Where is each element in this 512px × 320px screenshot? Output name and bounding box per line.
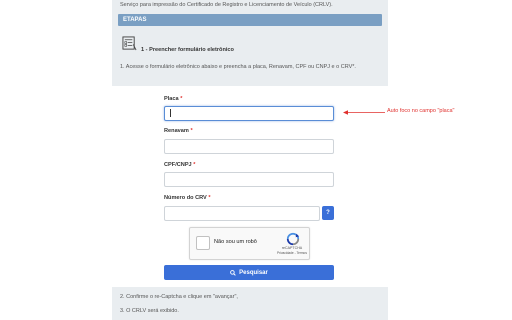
required-mark: * [193, 162, 196, 168]
crv-label-text: Número do CRV [164, 195, 207, 201]
pesquisar-button[interactable]: Pesquisar [164, 265, 334, 280]
recaptcha-checkbox[interactable] [196, 236, 210, 250]
pesquisar-label: Pesquisar [239, 269, 268, 276]
form-document-icon [122, 36, 137, 51]
recaptcha-logo-icon [286, 232, 300, 246]
step-2-text: 2. Confirme o re-Captcha e clique em "av… [120, 294, 238, 300]
recaptcha-checkbox-label: Não sou um robô [214, 239, 257, 245]
required-mark: * [208, 195, 211, 201]
intro-text: Serviço para impressão do Certificado de… [120, 2, 333, 8]
placa-label-text: Placa [164, 96, 179, 102]
required-mark: * [180, 96, 183, 102]
annotation-text: Auto foco no campo "placa" [387, 108, 455, 114]
etapas-header: ETAPAS [118, 14, 382, 26]
recaptcha-brand: reCAPTCHA [281, 246, 303, 250]
renavam-label-text: Renavam [164, 128, 189, 134]
next-steps-panel: 2. Confirme o re-Captcha e clique em "av… [112, 287, 388, 320]
step-description: 1. Acesse o formulário eletrônico abaixo… [120, 64, 356, 70]
renavam-input[interactable] [164, 139, 334, 154]
crv-label: Número do CRV * [164, 195, 211, 201]
crv-help-button[interactable]: ? [322, 206, 334, 220]
search-icon [230, 269, 236, 276]
etapas-label: ETAPAS [123, 16, 147, 23]
cpf-cnpj-label: CPF/CNPJ * [164, 162, 195, 168]
crv-input[interactable] [164, 206, 320, 221]
placa-label: Placa * [164, 96, 182, 102]
renavam-label: Renavam * [164, 128, 193, 134]
placa-input[interactable] [164, 106, 334, 121]
required-mark: * [190, 128, 193, 134]
recaptcha-links[interactable]: Privacidade - Termos [274, 251, 310, 255]
step-title: 1 - Preencher formulário eletrônico [141, 47, 234, 53]
cpf-cnpj-input[interactable] [164, 172, 334, 187]
page-container: Serviço para impressão do Certificado de… [112, 0, 388, 320]
cpf-cnpj-label-text: CPF/CNPJ [164, 162, 192, 168]
recaptcha-widget: Não sou um robô reCAPTCHA Privacidade - … [189, 227, 310, 260]
step-3-text: 3. O CRLV será exibido. [120, 308, 179, 314]
instructions-panel: Serviço para impressão do Certificado de… [112, 0, 388, 86]
text-caret [170, 109, 171, 117]
annotation-arrow-icon [343, 110, 385, 115]
